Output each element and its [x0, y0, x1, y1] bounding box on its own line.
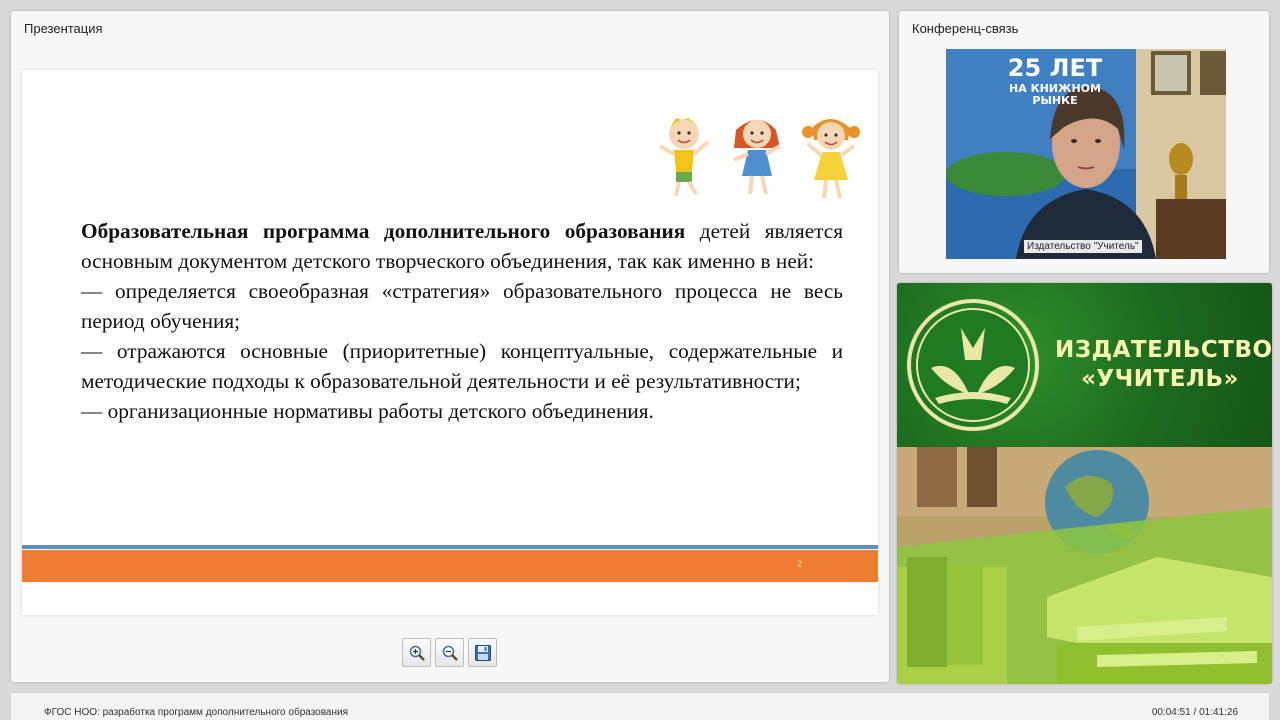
zoom-in-button[interactable] [402, 638, 431, 667]
conference-panel: Конференц-связь 25 ЛЕТ НА КНИЖНОМ РЫНКЕ … [899, 11, 1269, 273]
save-button[interactable] [468, 638, 497, 667]
floppy-disk-icon [474, 644, 491, 661]
books-globe-photo [897, 447, 1272, 684]
slide-footer-bar: 2 [22, 550, 878, 582]
slide-bullet-1: — определяется своеобразная «стратегия» … [81, 279, 843, 333]
slide: Образовательная программа дополнительног… [22, 70, 878, 615]
zoom-out-icon [442, 645, 458, 661]
kid-girl-red-figure [733, 120, 781, 195]
brand-header: ИЗДАТЕЛЬСТВО «УЧИТЕЛЬ» [897, 283, 1272, 447]
kid-girl-yellow-figure [802, 119, 860, 199]
zoom-out-button[interactable] [435, 638, 464, 667]
conference-panel-title: Конференц-связь [912, 21, 1019, 36]
kid-boy-figure [659, 118, 710, 197]
slide-blue-divider [22, 545, 878, 549]
presentation-toolbar [402, 638, 497, 667]
video-banner-text: 25 ЛЕТ НА КНИЖНОМ РЫНКЕ [970, 54, 1140, 108]
zoom-in-icon [409, 645, 425, 661]
course-title: ФГОС НОО: разработка программ дополнител… [44, 707, 349, 718]
publisher-name-line-1: ИЗДАТЕЛЬСТВО [1055, 337, 1272, 363]
player-footer: ФГОС НОО: разработка программ дополнител… [11, 692, 1269, 720]
video-feed[interactable]: 25 ЛЕТ НА КНИЖНОМ РЫНКЕ Издательство "Уч… [946, 49, 1226, 259]
publisher-logo-icon [907, 299, 1039, 431]
slide-bullet-3: — организационные нормативы работы детск… [81, 399, 654, 423]
publisher-name: ИЗДАТЕЛЬСТВО «УЧИТЕЛЬ» [1055, 336, 1272, 394]
slide-paragraph-1: Образовательная программа дополнительног… [81, 216, 843, 276]
playback-time: 00:04:51 / 01:41:26 [1151, 707, 1238, 718]
slide-text: Образовательная программа дополнительног… [81, 216, 843, 426]
presentation-panel-title: Презентация [24, 21, 103, 36]
publisher-brand-panel: ИЗДАТЕЛЬСТВО «УЧИТЕЛЬ» [897, 283, 1272, 684]
kids-illustration [659, 118, 860, 199]
participant-label: Издательство "Учитель" [1024, 240, 1142, 253]
slide-paragraph-1-bold: Образовательная программа дополнительног… [81, 219, 686, 243]
slide-page-number: 2 [796, 559, 802, 569]
slide-bullet-2: — отражаются основные (приоритетные) кон… [81, 339, 843, 393]
banner-line-1: 25 ЛЕТ [1007, 54, 1103, 82]
presentation-panel: Презентация Образовательная программа до… [11, 11, 889, 682]
banner-line-3: РЫНКЕ [1032, 94, 1078, 108]
publisher-name-line-2: «УЧИТЕЛЬ» [1081, 366, 1239, 392]
